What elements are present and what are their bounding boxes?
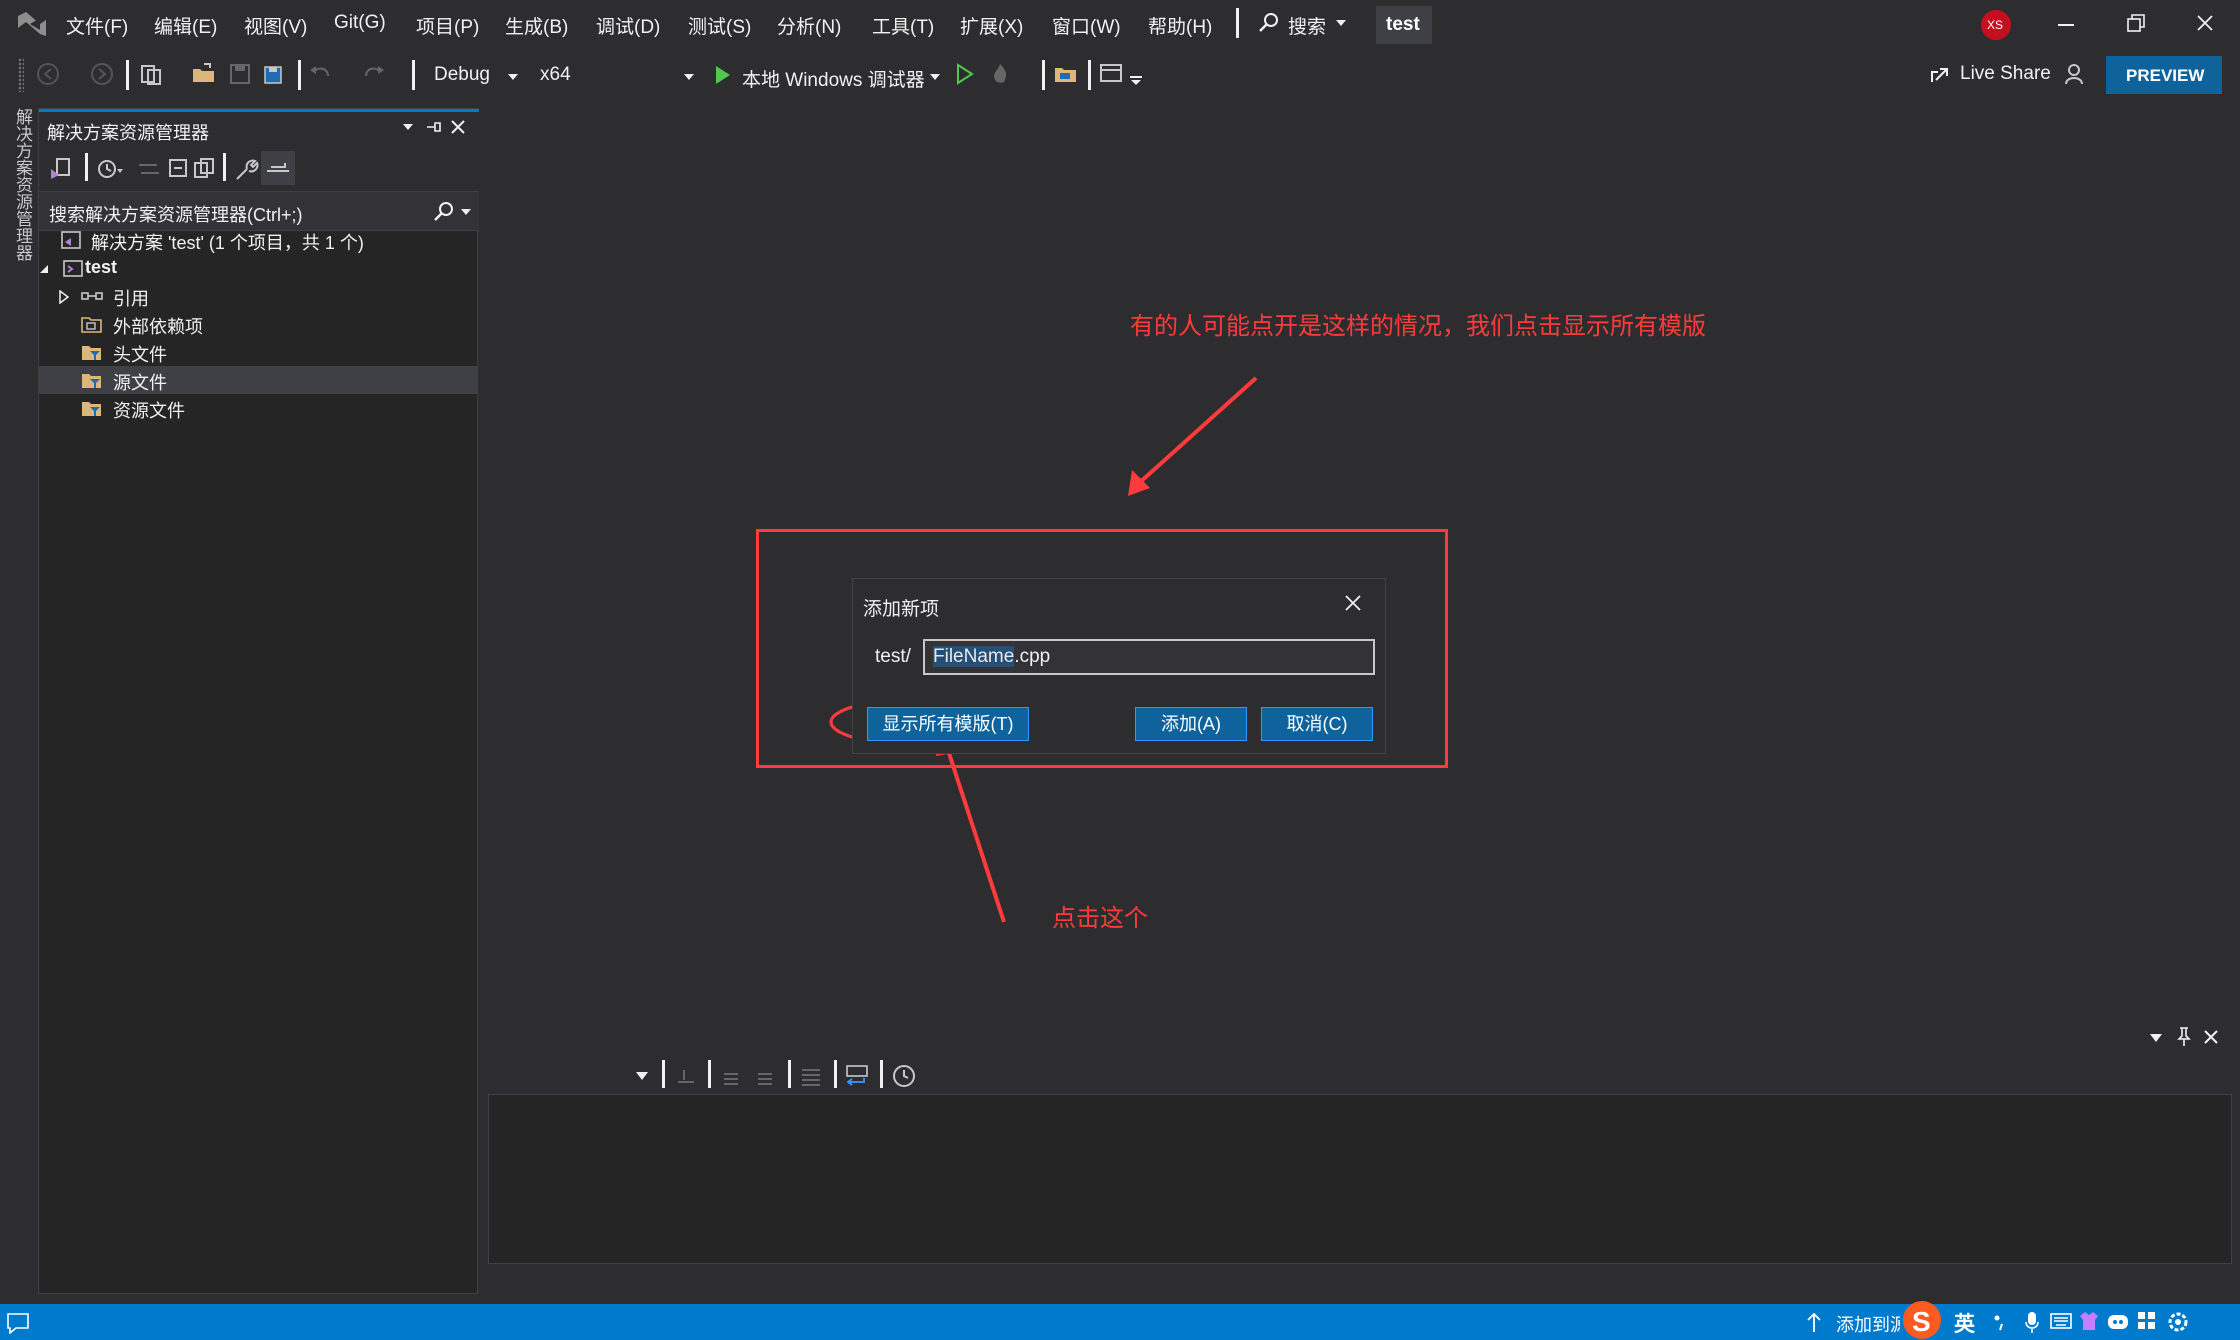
arrow-up-icon [1806,1312,1822,1334]
ime-language-toggle[interactable]: 英 [1954,1308,1975,1338]
arrow-to-button [936,730,1006,923]
add-to-source-control[interactable]: 添加到源 [1836,1311,1908,1337]
sogou-logo-icon[interactable]: S [1900,1298,1946,1340]
ime-toolbar: S 英 [1900,1301,2240,1340]
filename-input[interactable]: FileName.cpp [923,639,1375,675]
ime-settings-icon[interactable] [2166,1310,2190,1334]
show-all-templates-button[interactable]: 显示所有模版(T) [867,707,1029,741]
svg-text:S: S [1912,1306,1931,1337]
arrow-to-dialog [1128,376,1258,496]
filename-extension: .cpp [1014,646,1051,667]
punctuation-icon[interactable] [1992,1312,2008,1332]
skin-icon[interactable] [2078,1310,2100,1332]
filename-selected-text: FileName [933,646,1015,667]
add-new-item-dialog: 添加新项 test/ FileName.cpp 显示所有模版(T) 添加(A) … [852,578,1386,754]
cancel-button[interactable]: 取消(C) [1261,707,1373,741]
notification-icon[interactable] [6,1312,30,1334]
keyboard-icon[interactable] [2050,1312,2072,1330]
close-icon[interactable] [1343,593,1363,613]
assistant-icon[interactable] [2106,1310,2130,1332]
path-prefix: test/ [875,646,911,667]
dialog-title: 添加新项 [863,599,940,620]
microphone-icon[interactable] [2024,1310,2040,1334]
toolbox-grid-icon[interactable] [2136,1310,2158,1332]
status-bar: 添加到源 S 英 [0,1301,2240,1340]
add-button[interactable]: 添加(A) [1135,707,1247,741]
